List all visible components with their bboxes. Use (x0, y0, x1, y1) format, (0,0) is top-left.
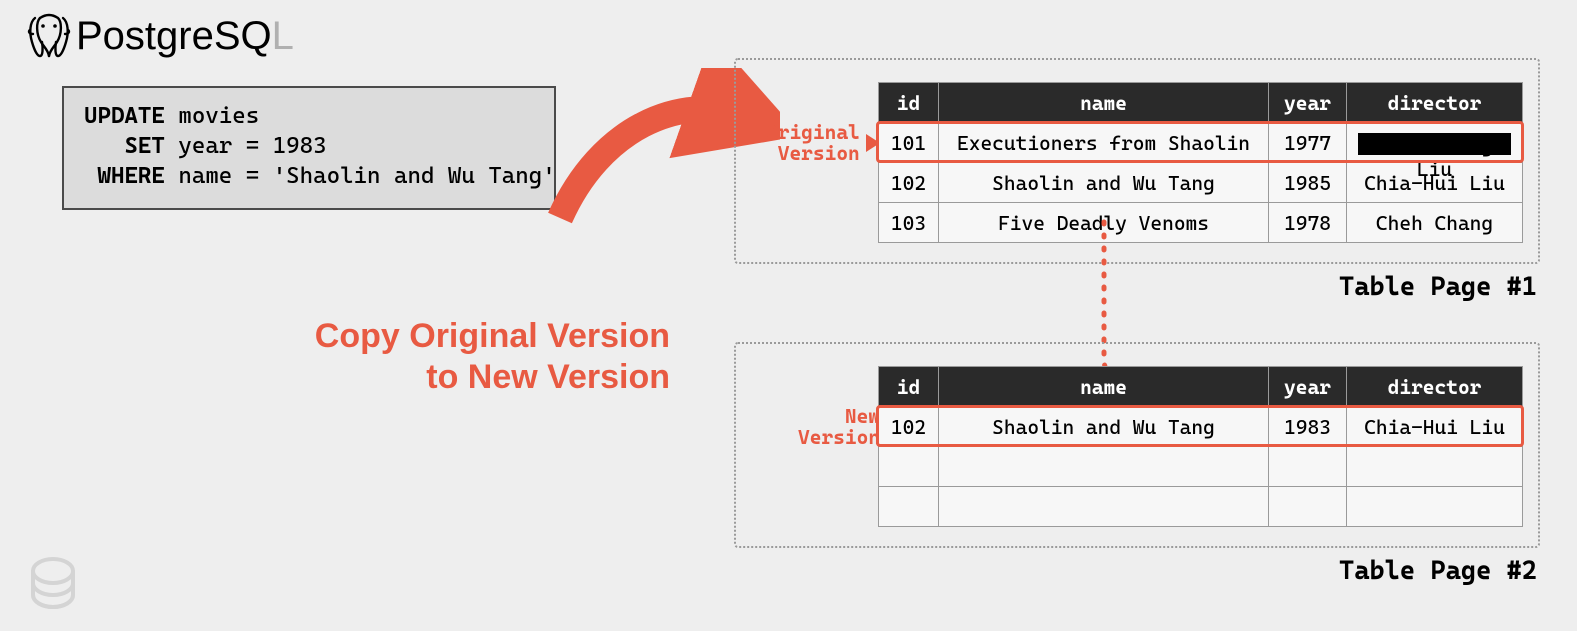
cell-director: Cheh Chang (1347, 203, 1523, 243)
col-director: director (1347, 83, 1523, 123)
cell-id: 102 (879, 407, 939, 447)
kw-set: SET (124, 133, 164, 159)
table-header-row: id name year director (879, 83, 1523, 123)
table-row: 103 Five Deadly Venoms 1978 Cheh Chang (879, 203, 1523, 243)
table-header-row: id name year director (879, 367, 1523, 407)
table-row: 101 Executioners from Shaolin 1977 Chia-… (879, 123, 1523, 163)
kw-where: WHERE (97, 163, 164, 189)
label-new-text: New Version (798, 406, 880, 448)
cell-name: Shaolin and Wu Tang (939, 163, 1269, 203)
cell-year (1269, 487, 1347, 527)
cell-id (879, 447, 939, 487)
cell-director (1347, 487, 1523, 527)
cell-year (1269, 447, 1347, 487)
cell-name (939, 487, 1269, 527)
cell-id: 103 (879, 203, 939, 243)
col-id: id (879, 367, 939, 407)
cell-year: 1977 (1269, 123, 1347, 163)
sql-query-box: UPDATE movies SET year = 1983 WHERE name… (62, 86, 556, 210)
table-row (879, 487, 1523, 527)
headline-line1: Copy Original Version (315, 317, 670, 355)
col-name: name (939, 367, 1269, 407)
label-original-text: Original Version (766, 122, 860, 164)
cell-name: Executioners from Shaolin (939, 123, 1269, 163)
movies-table-page1: id name year director 101 Executioners f… (878, 82, 1523, 243)
headline-line2: to New Version (426, 358, 670, 396)
watermark-icon (18, 551, 88, 621)
col-year: year (1269, 367, 1347, 407)
postgres-logo: PostgreSQL (26, 12, 294, 60)
cell-name: Shaolin and Wu Tang (939, 407, 1269, 447)
movies-table-page2: id name year director 102 Shaolin and Wu… (878, 366, 1523, 527)
sql-set-expr: year = 1983 (178, 133, 326, 159)
logo-text: PostgreSQL (76, 14, 294, 59)
col-director: director (1347, 367, 1523, 407)
table-page-1: Original Version id name year director 1… (734, 58, 1540, 264)
cell-name: Five Deadly Venoms (939, 203, 1269, 243)
cell-id: 102 (879, 163, 939, 203)
sql-where-expr: name = 'Shaolin and Wu Tang' (178, 163, 555, 189)
kw-update: UPDATE (84, 103, 165, 129)
cell-director (1347, 447, 1523, 487)
cell-name (939, 447, 1269, 487)
label-original-version: Original Version (766, 122, 880, 164)
redacted-director: Chia-Liang Liu (1358, 133, 1510, 155)
table-row: 102 Shaolin and Wu Tang 1983 Chia-Hui Li… (879, 407, 1523, 447)
table-page-2: New Version id name year director 102 Sh… (734, 342, 1540, 548)
cell-year: 1978 (1269, 203, 1347, 243)
cell-id (879, 487, 939, 527)
elephant-icon (26, 12, 72, 60)
col-name: name (939, 83, 1269, 123)
caption-page1: Table Page #1 (1339, 272, 1537, 302)
cell-year: 1983 (1269, 407, 1347, 447)
cell-year: 1985 (1269, 163, 1347, 203)
col-year: year (1269, 83, 1347, 123)
caption-page2: Table Page #2 (1339, 556, 1537, 586)
table-row (879, 447, 1523, 487)
cell-director: Chia-Liang Liu (1347, 123, 1523, 163)
cell-director: Chia-Hui Liu (1347, 407, 1523, 447)
cell-id: 101 (879, 123, 939, 163)
sql-table: movies (178, 103, 259, 129)
col-id: id (879, 83, 939, 123)
headline: Copy Original Version to New Version (190, 316, 670, 399)
